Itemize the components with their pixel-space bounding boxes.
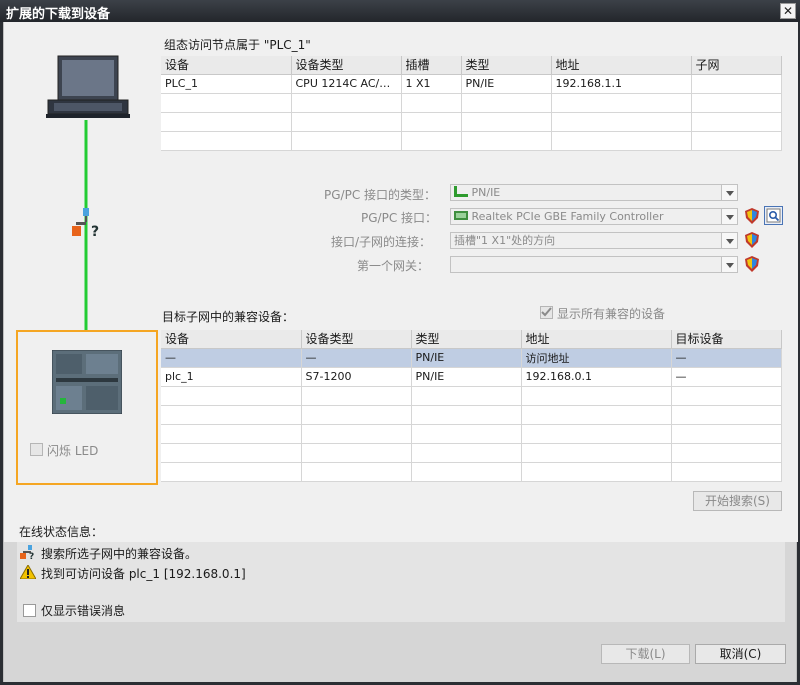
- empty-row: [161, 462, 782, 482]
- show-all-label: 显示所有兼容的设备: [557, 307, 666, 321]
- shield-icon[interactable]: [745, 232, 759, 248]
- status-message: 搜索所选子网中的兼容设备。: [41, 547, 198, 561]
- col-address: 地址: [521, 330, 672, 349]
- cell: —: [671, 367, 782, 387]
- gateway-select[interactable]: [450, 256, 738, 273]
- warning-icon: [20, 565, 36, 579]
- empty-row: [161, 112, 782, 132]
- cell: 192.168.0.1: [521, 367, 672, 387]
- chevron-down-icon: [721, 233, 737, 248]
- table-row[interactable]: plc_1 S7-1200 PN/IE 192.168.0.1 —: [161, 367, 782, 387]
- start-search-button[interactable]: 开始搜索(S): [693, 491, 782, 511]
- chevron-down-icon: [721, 185, 737, 200]
- table-row[interactable]: PLC_1 CPU 1214C AC/D... 1 X1 PN/IE 192.1…: [161, 74, 782, 94]
- pg-laptop-icon: [46, 55, 130, 118]
- window-title: 扩展的下载到设备: [6, 7, 111, 22]
- pgpc-type-label: PG/PC 接口的类型：: [324, 188, 437, 202]
- flash-led-label: 闪烁 LED: [47, 444, 99, 458]
- cell: PLC_1: [161, 74, 292, 94]
- col-slot: 插槽: [401, 56, 462, 75]
- col-address: 地址: [551, 56, 692, 75]
- network-search-icon: ?: [20, 545, 34, 559]
- cell: —: [301, 348, 412, 368]
- pnie-icon: [454, 186, 468, 197]
- shield-icon[interactable]: [745, 256, 759, 272]
- flash-led-checkbox[interactable]: [30, 443, 43, 456]
- dialog-body: ? 闪烁 LED 组态访问节点属于 "PLC_1" 设备 设备类型 插槽 类型 …: [3, 22, 798, 682]
- cell: PN/IE: [411, 348, 522, 368]
- col-type: 类型: [411, 330, 522, 349]
- magnifier-icon: [766, 208, 781, 223]
- col-type: 类型: [461, 56, 552, 75]
- empty-row: [161, 93, 782, 113]
- pgpc-interface-value: Realtek PCIe GBE Family Controller: [471, 210, 664, 223]
- empty-row: [161, 424, 782, 444]
- table-row[interactable]: — — PN/IE 访问地址 —: [161, 348, 782, 368]
- cell: 1 X1: [401, 74, 462, 94]
- col-subnet: 子网: [691, 56, 782, 75]
- empty-row: [161, 386, 782, 406]
- svg-text:?: ?: [91, 224, 99, 240]
- connection-select[interactable]: 插槽"1 X1"处的方向: [450, 232, 738, 249]
- empty-row: [161, 405, 782, 425]
- cell: CPU 1214C AC/D...: [291, 74, 402, 94]
- only-errors-checkbox[interactable]: [23, 604, 36, 617]
- cell: 192.168.1.1: [551, 74, 692, 94]
- checkmark-icon: [541, 307, 552, 317]
- col-device: 设备: [161, 56, 292, 75]
- plc-device-icon: [52, 350, 122, 414]
- connection-label: 接口/子网的连接：: [331, 235, 432, 249]
- cell: S7-1200: [301, 367, 412, 387]
- cell: —: [161, 348, 302, 368]
- only-errors-label: 仅显示错误消息: [41, 604, 126, 618]
- cell: [691, 74, 782, 94]
- empty-row: [161, 443, 782, 463]
- chevron-down-icon: [721, 257, 737, 272]
- col-device-type: 设备类型: [291, 56, 402, 75]
- cell: PN/IE: [411, 367, 522, 387]
- close-icon: ✕: [782, 4, 794, 18]
- title-bar: 扩展的下载到设备 ✕: [0, 0, 800, 22]
- target-title: 组态访问节点属于 "PLC_1": [164, 38, 311, 52]
- pgpc-type-value: PN/IE: [471, 186, 501, 199]
- connection-line: [84, 120, 88, 360]
- status-title: 在线状态信息：: [19, 525, 104, 539]
- target-table: 设备 设备类型 插槽 类型 地址 子网 PLC_1 CPU 1214C AC/D…: [161, 56, 782, 151]
- network-interface-icon: ?: [72, 208, 99, 240]
- connection-value: 插槽"1 X1"处的方向: [454, 234, 556, 247]
- table-header-row: 设备 设备类型 类型 地址 目标设备: [161, 330, 782, 349]
- table-header-row: 设备 设备类型 插槽 类型 地址 子网: [161, 56, 782, 75]
- cell: 访问地址: [521, 348, 672, 368]
- show-all-checkbox[interactable]: [540, 306, 553, 319]
- network-card-icon: [454, 211, 468, 220]
- status-message: 找到可访问设备 plc_1 [192.168.0.1]: [41, 567, 246, 581]
- svg-text:?: ?: [29, 552, 34, 559]
- gateway-label: 第一个网关：: [357, 259, 430, 273]
- cell: —: [671, 348, 782, 368]
- cancel-button[interactable]: 取消(C): [695, 644, 786, 664]
- close-button[interactable]: ✕: [780, 3, 796, 19]
- col-target-device: 目标设备: [671, 330, 782, 349]
- cell: plc_1: [161, 367, 302, 387]
- col-device-type: 设备类型: [301, 330, 412, 349]
- compatible-title: 目标子网中的兼容设备：: [162, 310, 295, 324]
- download-button[interactable]: 下载(L): [601, 644, 690, 664]
- properties-button[interactable]: [764, 206, 783, 225]
- compatible-table: 设备 设备类型 类型 地址 目标设备 — — PN/IE 访问地址 — plc_…: [161, 330, 782, 482]
- cell: PN/IE: [461, 74, 552, 94]
- chevron-down-icon: [721, 209, 737, 224]
- pgpc-interface-select[interactable]: Realtek PCIe GBE Family Controller: [450, 208, 738, 225]
- pgpc-type-select[interactable]: PN/IE: [450, 184, 738, 201]
- col-device: 设备: [161, 330, 302, 349]
- empty-row: [161, 131, 782, 151]
- shield-icon[interactable]: [745, 208, 759, 224]
- pgpc-interface-label: PG/PC 接口：: [361, 211, 438, 225]
